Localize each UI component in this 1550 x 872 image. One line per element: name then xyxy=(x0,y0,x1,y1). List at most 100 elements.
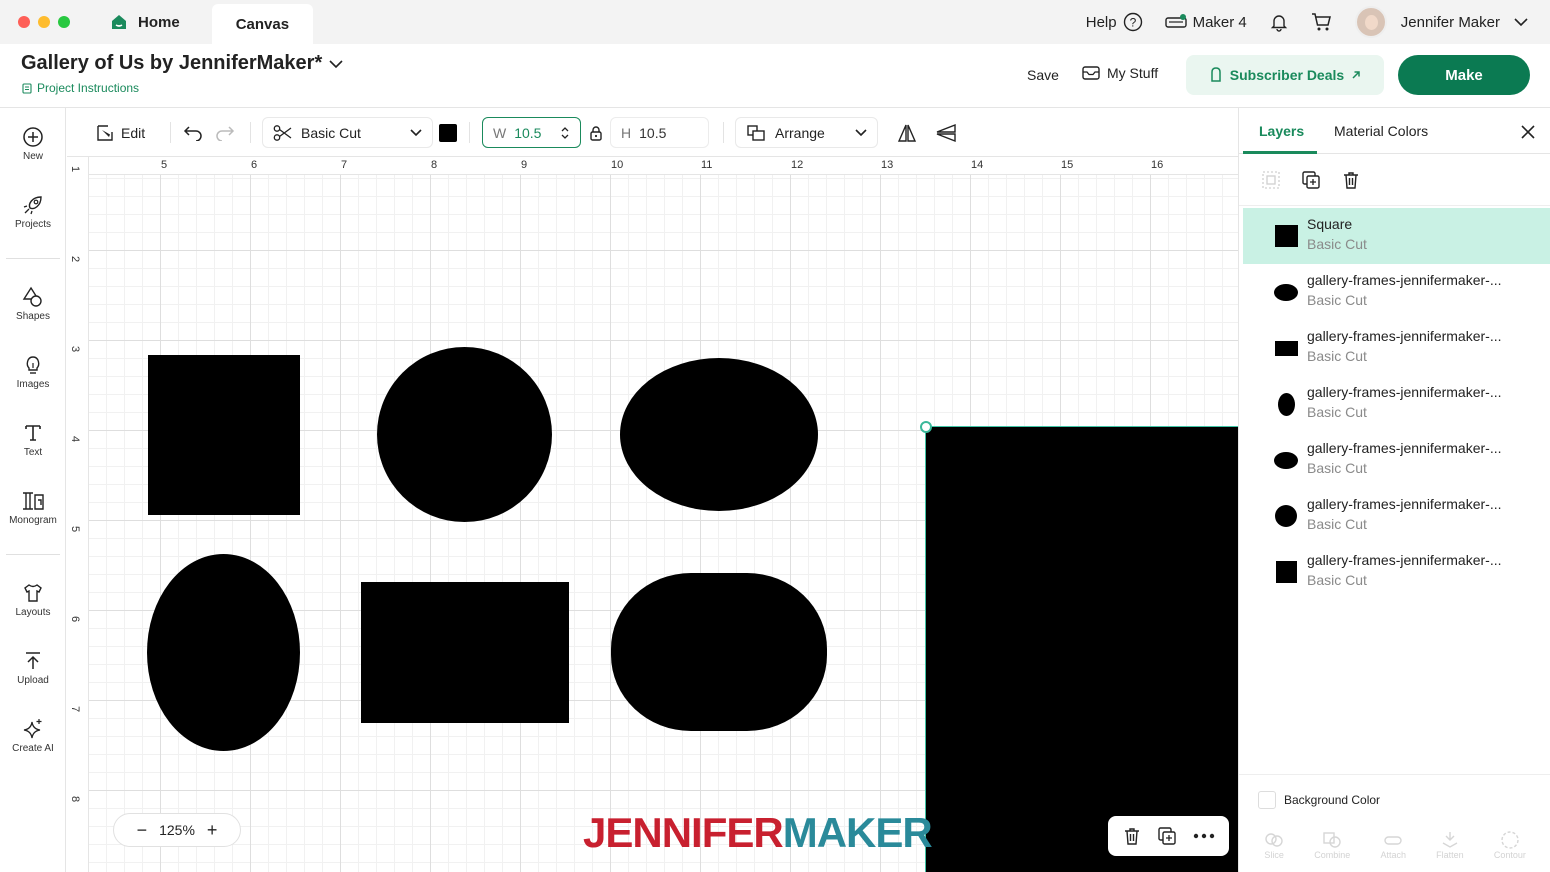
layer-item[interactable]: gallery-frames-jennifermaker-... Basic C… xyxy=(1243,376,1550,432)
projects-tool[interactable]: Projects xyxy=(0,194,66,230)
operation-select[interactable]: Basic Cut xyxy=(262,117,433,148)
trash-icon[interactable] xyxy=(1341,170,1361,190)
background-color-row[interactable]: Background Color xyxy=(1239,774,1550,824)
background-color-label: Background Color xyxy=(1284,792,1381,807)
sparkle-icon xyxy=(23,719,42,739)
shapes-tool[interactable]: Shapes xyxy=(0,286,66,322)
redo-button[interactable] xyxy=(215,108,235,157)
subscriber-deals-button[interactable]: Subscriber Deals xyxy=(1186,55,1384,95)
contour-button[interactable]: Contour xyxy=(1494,824,1526,872)
height-label: H xyxy=(621,124,632,141)
stepper-icon[interactable] xyxy=(560,125,570,141)
oval-tall-frame-shape[interactable] xyxy=(147,554,300,751)
monogram-tool[interactable]: Monogram xyxy=(0,490,66,526)
window-controls xyxy=(18,16,70,28)
save-button[interactable]: Save xyxy=(1027,67,1059,83)
duplicate-icon[interactable] xyxy=(1157,826,1177,846)
chevron-down-icon xyxy=(329,59,343,68)
flatten-icon xyxy=(1442,832,1458,848)
divider xyxy=(250,122,251,143)
plus-circle-icon xyxy=(23,127,43,147)
notifications-button[interactable] xyxy=(1269,12,1289,32)
layer-name: gallery-frames-jennifermaker-... xyxy=(1307,440,1502,456)
layer-item[interactable]: gallery-frames-jennifermaker-... Basic C… xyxy=(1243,544,1550,600)
ruler-number: 7 xyxy=(341,159,348,171)
ruler-number: 2 xyxy=(69,255,82,263)
project-instructions-label: Project Instructions xyxy=(37,81,140,95)
maximize-window-button[interactable] xyxy=(58,16,70,28)
shapes-icon xyxy=(22,286,42,307)
circle-frame-shape[interactable] xyxy=(377,347,552,522)
background-color-swatch[interactable] xyxy=(1258,790,1276,809)
lightbulb-icon xyxy=(26,356,40,374)
duplicate-icon[interactable] xyxy=(1301,170,1321,190)
oval-wide-frame-shape[interactable] xyxy=(620,358,818,511)
combine-button[interactable]: Combine xyxy=(1314,824,1350,872)
user-menu[interactable]: Jennifer Maker xyxy=(1354,6,1528,38)
layer-operation: Basic Cut xyxy=(1307,348,1367,364)
operation-value: Basic Cut xyxy=(301,124,361,141)
text-tool[interactable]: Text xyxy=(0,422,66,458)
selected-square-shape[interactable] xyxy=(925,426,1238,872)
edit-button[interactable]: Edit xyxy=(95,108,145,157)
flip-vertical-button[interactable] xyxy=(935,108,957,157)
width-field[interactable]: W 10.5 xyxy=(482,117,581,148)
layer-name: gallery-frames-jennifermaker-... xyxy=(1307,384,1502,400)
close-window-button[interactable] xyxy=(18,16,30,28)
images-tool[interactable]: Images xyxy=(0,354,66,390)
edit-label: Edit xyxy=(121,124,146,141)
close-icon[interactable] xyxy=(1521,125,1535,139)
ruler-number: 1 xyxy=(69,165,82,173)
svg-text:?: ? xyxy=(1129,16,1136,30)
make-button[interactable]: Make xyxy=(1398,55,1530,95)
slice-button[interactable]: Slice xyxy=(1264,824,1284,872)
height-field[interactable]: H 10.5 xyxy=(610,117,709,148)
shirt-icon xyxy=(24,584,42,602)
ruler-number: 8 xyxy=(69,795,82,803)
project-instructions-link[interactable]: Project Instructions xyxy=(22,81,139,95)
title-bar: Home Canvas Help ? Maker 4 Jennifer Make… xyxy=(0,0,1550,44)
ruler-left: 1 2 3 4 5 6 7 8 xyxy=(67,157,89,872)
layer-item[interactable]: gallery-frames-jennifermaker-... Basic C… xyxy=(1243,320,1550,376)
zoom-out-button[interactable]: − xyxy=(137,820,148,841)
flip-horizontal-button[interactable] xyxy=(897,108,917,157)
tab-layers[interactable]: Layers xyxy=(1259,123,1304,139)
cart-button[interactable] xyxy=(1311,12,1333,32)
new-tool[interactable]: New xyxy=(0,126,66,162)
flip-horizontal-icon xyxy=(897,124,917,142)
machine-button[interactable]: Maker 4 xyxy=(1164,14,1247,31)
layer-thumbnail xyxy=(1274,225,1298,247)
undo-button[interactable] xyxy=(183,108,203,157)
lock-proportions-button[interactable] xyxy=(589,108,603,157)
more-icon[interactable] xyxy=(1193,833,1215,839)
attach-button[interactable]: Attach xyxy=(1380,824,1406,872)
create-ai-tool[interactable]: Create AI xyxy=(0,718,66,754)
minimize-window-button[interactable] xyxy=(38,16,50,28)
upload-tool[interactable]: Upload xyxy=(0,650,66,686)
ruler-number: 14 xyxy=(971,159,984,171)
zoom-in-button[interactable]: + xyxy=(207,820,218,841)
tab-material-colors[interactable]: Material Colors xyxy=(1334,123,1428,139)
color-swatch[interactable] xyxy=(439,124,457,142)
tab-home[interactable]: Home xyxy=(102,0,204,44)
square-frame-shape[interactable] xyxy=(148,355,300,515)
layer-item[interactable]: Square Basic Cut xyxy=(1243,208,1550,264)
trash-icon[interactable] xyxy=(1122,826,1142,846)
rounded-frame-shape[interactable] xyxy=(611,573,827,731)
arrange-select[interactable]: Arrange xyxy=(735,117,878,148)
project-title-dropdown[interactable]: Gallery of Us by JenniferMaker* xyxy=(21,52,344,75)
layer-item[interactable]: gallery-frames-jennifermaker-... Basic C… xyxy=(1243,264,1550,320)
project-header: Gallery of Us by JenniferMaker* Project … xyxy=(0,44,1550,108)
rotate-handle[interactable] xyxy=(920,421,932,433)
contour-icon xyxy=(1501,831,1519,849)
rectangle-frame-shape[interactable] xyxy=(361,582,569,723)
my-stuff-button[interactable]: My Stuff xyxy=(1082,65,1158,81)
help-button[interactable]: Help ? xyxy=(1086,12,1143,32)
design-canvas[interactable]: 5 6 7 8 9 10 11 12 13 14 15 16 1 2 3 4 5… xyxy=(67,157,1238,872)
layer-item[interactable]: gallery-frames-jennifermaker-... Basic C… xyxy=(1243,432,1550,488)
flatten-button[interactable]: Flatten xyxy=(1436,824,1464,872)
layer-item[interactable]: gallery-frames-jennifermaker-... Basic C… xyxy=(1243,488,1550,544)
layouts-tool[interactable]: Layouts xyxy=(0,582,66,618)
tab-canvas[interactable]: Canvas xyxy=(211,4,314,44)
group-icon[interactable] xyxy=(1261,170,1281,190)
